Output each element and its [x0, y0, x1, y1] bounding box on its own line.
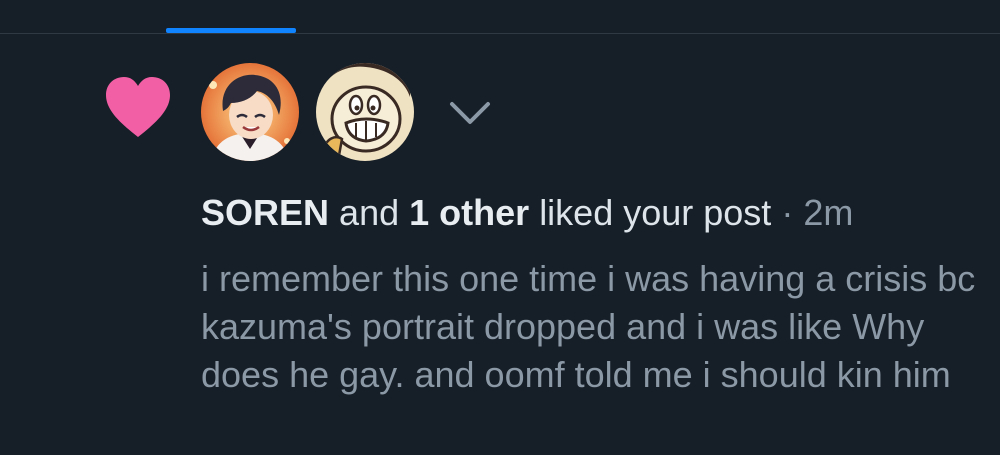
actor-name[interactable]: SOREN	[201, 192, 329, 233]
chevron-down-icon[interactable]	[446, 96, 494, 130]
avatar-other-user[interactable]	[316, 63, 414, 161]
heart-icon	[104, 76, 172, 140]
post-preview-text[interactable]: i remember this one time i was having a …	[201, 255, 991, 399]
tab-divider	[0, 33, 1000, 34]
action-text: liked your post	[539, 192, 772, 233]
connector-text: and	[339, 192, 400, 233]
other-count[interactable]: 1 other	[409, 192, 529, 233]
avatar-soren[interactable]	[201, 63, 299, 161]
timestamp: 2m	[803, 192, 854, 233]
separator-dot: ·	[781, 192, 794, 233]
notification-summary: SOREN and 1 other liked your post · 2m	[201, 191, 991, 235]
